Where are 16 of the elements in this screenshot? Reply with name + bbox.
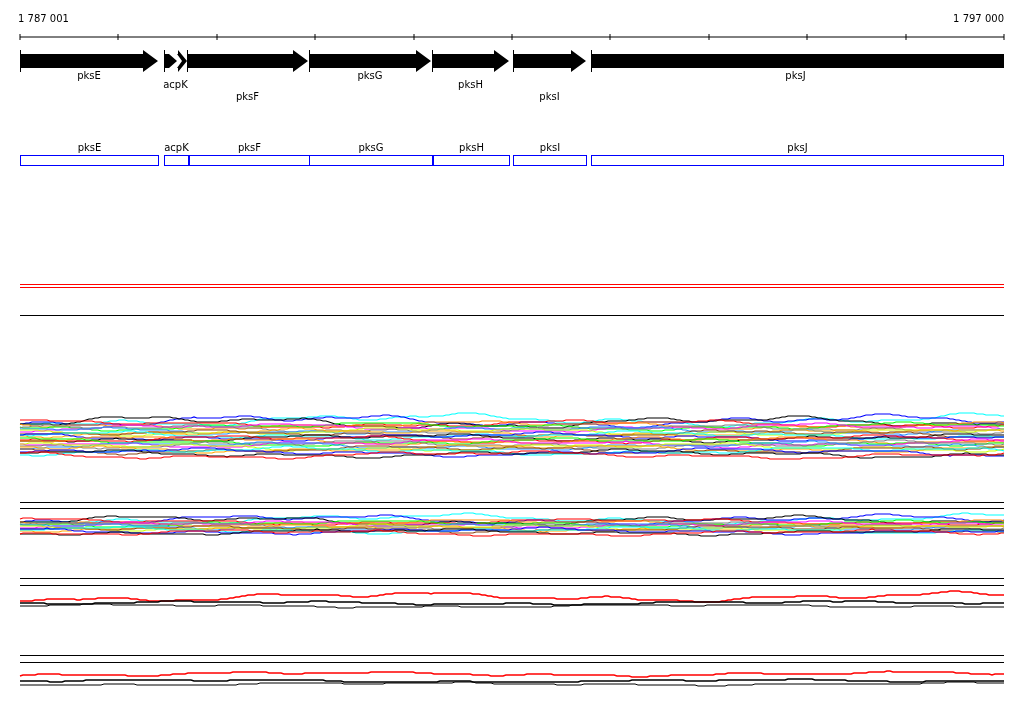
gene-label: pksF (235, 91, 260, 103)
start-coordinate: 1 787 001 (18, 12, 69, 26)
cds-label: acpK (164, 142, 189, 154)
gene-label: pksG (357, 70, 383, 82)
gene-label: pksI (539, 91, 560, 103)
gene-label: pksH (458, 79, 483, 91)
end-coordinate: 1 797 000 (953, 12, 1004, 26)
cds-label: pksI (539, 142, 561, 154)
gene-label: pksE (77, 70, 101, 82)
cds-label: pksG (358, 142, 384, 154)
gene-label: pksJ (785, 70, 806, 82)
cds-label: pksE (77, 142, 102, 154)
cds-label: pksJ (787, 142, 808, 154)
gene-label: acpK (163, 79, 188, 91)
cds-label: pksF (237, 142, 262, 154)
cds-label: pksH (459, 142, 484, 154)
